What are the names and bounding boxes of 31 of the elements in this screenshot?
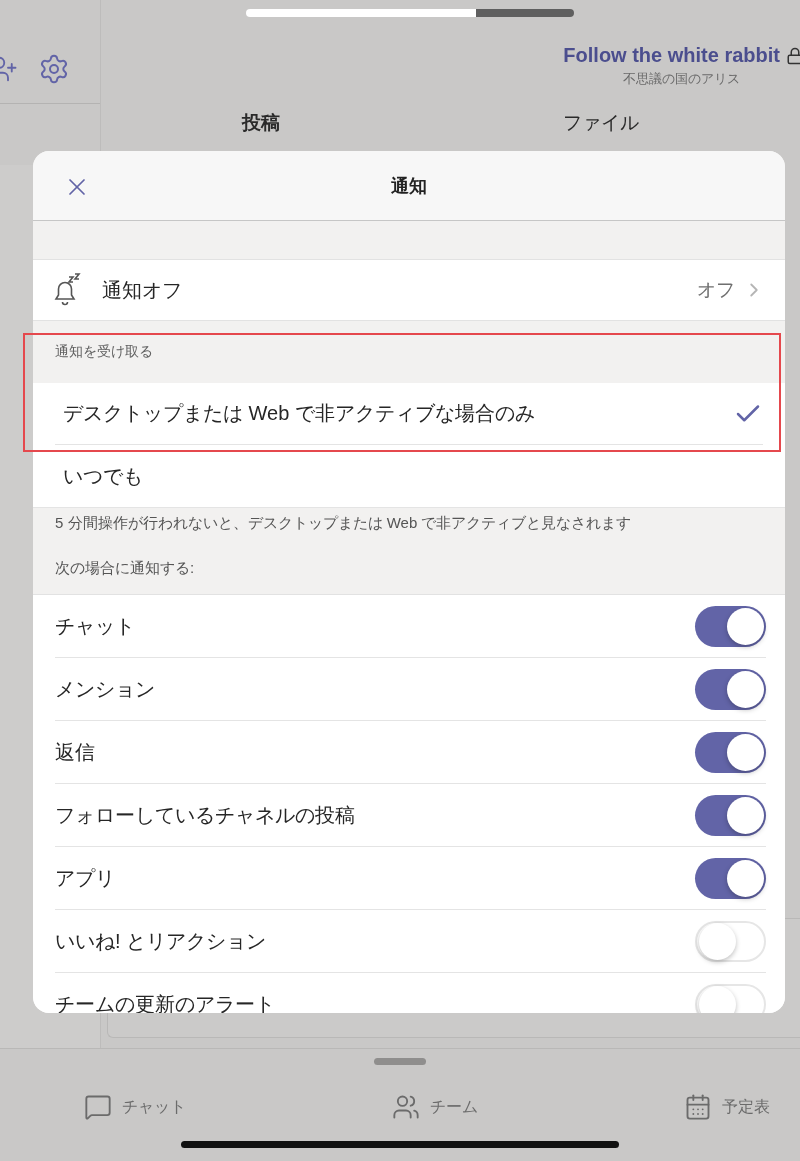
dialog-title: 通知 bbox=[391, 174, 427, 198]
section-heading: 次の場合に通知する: bbox=[55, 559, 196, 578]
channel-title: Follow the white rabbit bbox=[563, 44, 780, 67]
toggle-switch[interactable] bbox=[695, 857, 766, 899]
settings-icon[interactable] bbox=[38, 52, 70, 85]
tab[interactable]: 投稿 bbox=[242, 110, 281, 136]
toggle-label: チームの更新のアラート bbox=[55, 991, 276, 1013]
toggle-switch[interactable] bbox=[695, 731, 766, 773]
calendar-icon[interactable] bbox=[684, 1093, 712, 1121]
toggle-label: チャット bbox=[55, 613, 136, 639]
drag-handle[interactable] bbox=[374, 1058, 426, 1065]
chat-icon[interactable] bbox=[84, 1093, 112, 1121]
people-icon[interactable] bbox=[392, 1093, 420, 1121]
section-heading: 通知を受け取る bbox=[55, 343, 153, 361]
lock-icon bbox=[786, 46, 800, 65]
toggle-switch[interactable] bbox=[695, 983, 766, 1013]
toggle-label: いいね! とリアクション bbox=[55, 928, 268, 954]
snooze-row[interactable]: 通知オフ オフ bbox=[33, 259, 785, 321]
snooze-label: 通知オフ bbox=[102, 277, 183, 303]
toggle-label: 返信 bbox=[55, 739, 96, 765]
toggle-switch[interactable] bbox=[695, 668, 766, 710]
toggle-label: フォローしているチャネルの投稿 bbox=[55, 802, 356, 828]
toggle-label: メンション bbox=[55, 676, 156, 702]
toggle-switch[interactable] bbox=[695, 605, 766, 647]
toggle-switch[interactable] bbox=[695, 794, 766, 836]
snooze-value: オフ bbox=[697, 278, 735, 302]
team-name: 不思議の国のアリス bbox=[623, 70, 740, 88]
toggle-switch[interactable] bbox=[695, 920, 766, 962]
toggle-label: アプリ bbox=[55, 865, 116, 891]
inactivity-note: 5 分間操作が行われないと、デスクトップまたは Web で非アクティブと見なされます bbox=[55, 514, 633, 533]
tab[interactable]: ファイル bbox=[562, 110, 639, 136]
